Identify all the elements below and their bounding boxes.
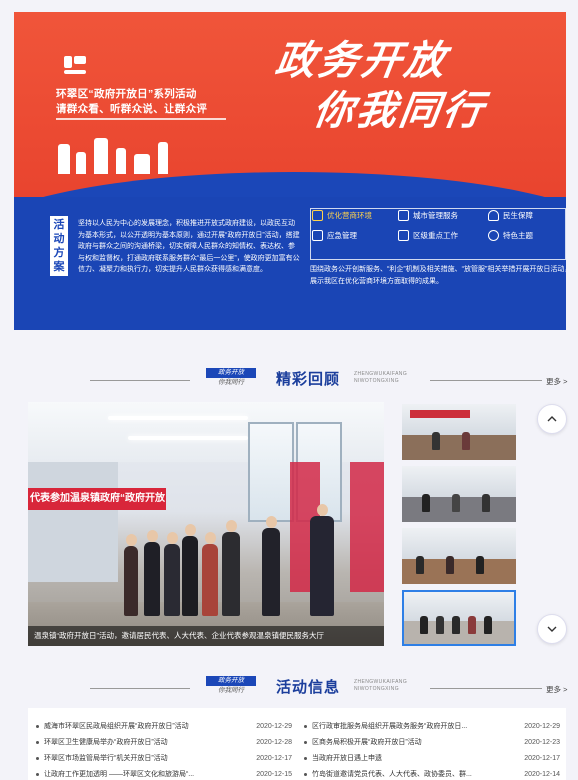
city-icon	[398, 210, 409, 221]
highlights-en-title: ZHENGWUKAIFANG NIWOTONGXING	[354, 371, 408, 384]
building-icon	[312, 210, 323, 221]
banner-subtitle-1: 环翠区“政府开放日”系列活动	[56, 88, 197, 100]
scroll-up-button[interactable]	[537, 404, 567, 434]
list-item[interactable]: 当政府开放日遇上申遗 2020-12-17	[304, 750, 560, 766]
photo-caption: 温泉镇“政府开放日”活动，邀请居民代表、人大代表、企业代表参观温泉镇便民服务大厅	[28, 626, 384, 646]
alarm-icon	[312, 230, 323, 241]
thumbnail-2[interactable]	[402, 466, 516, 522]
service-special-theme[interactable]: 特色主题	[488, 230, 533, 241]
list-item[interactable]: 区行政审批服务局组织开展政务服务“政府开放日... 2020-12-29	[304, 718, 560, 734]
chevron-down-icon	[547, 626, 557, 632]
service-livelihood[interactable]: 民生保障	[488, 210, 533, 221]
crowd-silhouette-icon	[54, 134, 194, 174]
photo-wall	[28, 462, 118, 582]
thumbnail-4-selected[interactable]	[402, 590, 516, 646]
list-item[interactable]: 环翠区市场监管局举行“机关开放日”活动 2020-12-17	[36, 750, 292, 766]
services-description: 围绕政务公开创新服务、“利企”机制及相关措施、“放管服”相关举措开展开放日活动，…	[310, 266, 566, 285]
highlights-title: 精彩回顾	[276, 371, 341, 388]
header-line-left	[90, 380, 190, 381]
activity-tag: 活动方案	[50, 216, 68, 276]
news-title: 活动信息	[276, 679, 341, 696]
list-item[interactable]: 威海市环翠区民政局组织开展“政府开放日”活动 2020-12-29	[36, 718, 292, 734]
list-item[interactable]: 区商务局积极开展“政府开放日”活动 2020-12-23	[304, 734, 560, 750]
section-badge: 政务开放 你我同行	[206, 368, 256, 390]
house-icon	[488, 210, 499, 221]
list-item[interactable]: 环翠区卫生健康局举办“政府开放日”活动 2020-12-28	[36, 734, 292, 750]
photo-banner-text: 代表参加温泉镇政府“政府开放日”活	[28, 488, 166, 510]
thumbnail-3[interactable]	[402, 528, 516, 584]
service-key-work[interactable]: 区级重点工作	[398, 230, 458, 241]
main-photo[interactable]: 代表参加温泉镇政府“政府开放日”活 温泉镇“政府开放日”活动，邀请居民代表、人大…	[28, 402, 384, 646]
chevron-up-icon	[547, 416, 557, 422]
news-header: 政务开放 你我同行 活动信息 ZHENGWUKAIFANG NIWOTONGXI…	[90, 672, 570, 702]
highlights-more-link[interactable]: 更多 >	[542, 376, 568, 387]
header-line-left	[90, 688, 190, 689]
banner-subtitle-2: 请群众看、听群众说、让群众评	[56, 103, 208, 115]
thumbnail-1[interactable]	[402, 404, 516, 460]
banner-divider	[56, 118, 226, 120]
banner-title-line2: 你我同行	[310, 89, 489, 133]
task-icon	[398, 230, 409, 241]
news-panel: 威海市环翠区民政局组织开展“政府开放日”活动 2020-12-29 环翠区卫生健康…	[28, 708, 566, 780]
news-list-left: 威海市环翠区民政局组织开展“政府开放日”活动 2020-12-29 环翠区卫生健康…	[36, 718, 292, 780]
highlights-header: 政务开放 你我同行 精彩回顾 ZHENGWUKAIFANG NIWOTONGXI…	[90, 364, 570, 394]
service-city-management[interactable]: 城市管理服务	[398, 210, 458, 221]
bulb-icon	[488, 230, 499, 241]
activity-description: 坚持以人民为中心的发展理念，积极推进开放式政府建设，以政民互动为基本形式，以公开…	[78, 220, 300, 273]
chat-logo-icon	[64, 56, 86, 76]
list-item[interactable]: 让政府工作更加透明 ——环翠区文化和旅游局“... 2020-12-15	[36, 766, 292, 780]
list-item[interactable]: 竹岛街道邀请党员代表、人大代表、政协委员、群... 2020-12-14	[304, 766, 560, 780]
service-emergency[interactable]: 应急管理	[312, 230, 357, 241]
header-line-right	[430, 380, 560, 381]
section-badge: 政务开放 你我同行	[206, 676, 256, 698]
news-list-right: 区行政审批服务局组织开展政务服务“政府开放日... 2020-12-29 区商务局…	[304, 718, 560, 780]
header-line-right	[430, 688, 560, 689]
service-business-env[interactable]: 优化营商环境	[312, 210, 372, 221]
scroll-down-button[interactable]	[537, 614, 567, 644]
news-en-title: ZHENGWUKAIFANG NIWOTONGXING	[354, 679, 408, 692]
hero-banner: 环翠区“政府开放日”系列活动 请群众看、听群众说、让群众评 政务开放 你我同行 …	[14, 12, 566, 330]
news-more-link[interactable]: 更多 >	[542, 684, 568, 695]
